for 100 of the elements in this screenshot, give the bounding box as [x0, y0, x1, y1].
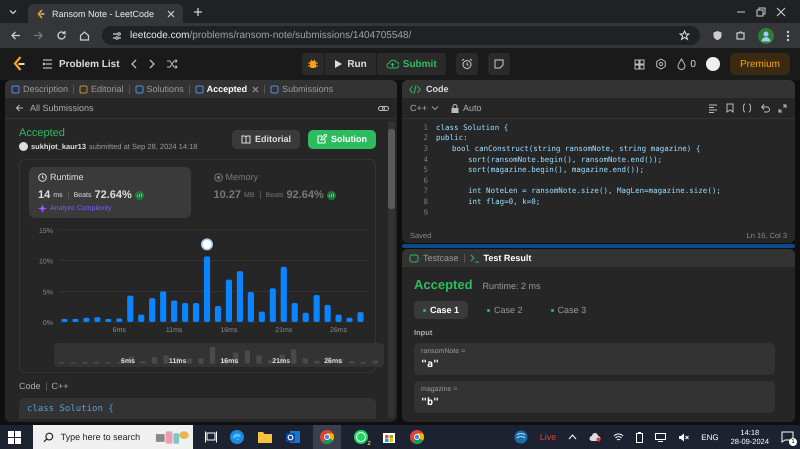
panel-tab[interactable]: Solutions — [134, 84, 184, 94]
browser-tab[interactable]: Ransom Note - LeetCode — [28, 4, 183, 23]
premium-button[interactable]: Premium — [730, 53, 790, 75]
scrollbar[interactable] — [388, 121, 395, 418]
menu-icon[interactable] — [786, 30, 790, 42]
panel-tab[interactable]: Accepted — [194, 84, 248, 94]
panel-tab[interactable]: Editorial — [79, 84, 124, 94]
bar[interactable] — [149, 298, 156, 322]
close-icon[interactable] — [776, 6, 786, 16]
outlook-icon[interactable] — [285, 429, 301, 445]
bar[interactable] — [258, 312, 265, 322]
bar[interactable] — [214, 306, 222, 322]
layout-icon[interactable] — [634, 58, 646, 70]
forward-icon[interactable] — [33, 30, 44, 41]
code-icon — [409, 84, 421, 94]
search-field[interactable]: Type here to search — [33, 425, 193, 449]
panel-tab[interactable]: Test Result — [470, 253, 532, 263]
bar[interactable] — [204, 256, 210, 322]
restore-icon[interactable] — [756, 6, 766, 16]
settings-icon[interactable] — [655, 58, 668, 70]
chrome-taskbar-icon[interactable] — [313, 425, 341, 449]
back-icon[interactable] — [10, 30, 21, 41]
task-view-icon[interactable] — [205, 431, 217, 443]
previous-icon[interactable] — [130, 59, 138, 69]
home-icon[interactable] — [79, 30, 90, 41]
live-label[interactable]: Live — [540, 432, 556, 442]
submit-button[interactable]: Submit — [376, 53, 446, 75]
mode-label: Auto — [463, 103, 482, 113]
note-icon[interactable] — [488, 53, 510, 75]
run-button[interactable]: Run — [325, 53, 376, 75]
panel-tab[interactable]: Submissions — [270, 84, 334, 94]
metric-label: Memory — [226, 172, 258, 182]
panel-tab[interactable]: Description — [11, 84, 68, 94]
bar[interactable] — [314, 295, 320, 322]
case-tab[interactable]: Case 2 — [478, 301, 532, 319]
chrome-icon[interactable] — [409, 429, 425, 445]
bar[interactable] — [83, 318, 90, 322]
language-indicator[interactable]: ENG — [701, 432, 719, 442]
bar[interactable] — [292, 302, 298, 322]
all-submissions-link[interactable]: All Submissions — [30, 103, 94, 113]
next-icon[interactable] — [148, 59, 156, 69]
panel-tab[interactable]: Testcase — [409, 253, 459, 263]
bar[interactable] — [226, 280, 232, 322]
list-icon — [42, 59, 53, 69]
back-arrow-icon[interactable] — [15, 104, 24, 112]
checkbox-icon — [409, 254, 419, 262]
new-tab-icon[interactable] — [193, 6, 203, 16]
leetcode-logo-icon[interactable] — [12, 56, 26, 72]
bar[interactable] — [94, 317, 100, 322]
alarm-clock-icon[interactable] — [456, 53, 478, 75]
bar[interactable] — [248, 292, 254, 322]
bar[interactable] — [302, 312, 309, 322]
bar[interactable] — [138, 314, 144, 322]
reload-icon[interactable] — [56, 30, 67, 41]
address-field[interactable]: leetcode.com/problems/ransom-note/submissions/1404705548/ — [102, 26, 700, 45]
bar[interactable] — [105, 318, 112, 322]
bookmark-icon[interactable] — [726, 103, 734, 113]
shield-icon[interactable] — [712, 30, 723, 41]
case-tab[interactable]: Case 3 — [542, 301, 596, 319]
battery-icon — [636, 432, 644, 442]
debug-icon[interactable] — [302, 53, 324, 75]
bar[interactable] — [336, 314, 342, 322]
whatsapp-icon[interactable] — [353, 429, 369, 445]
case-tab[interactable]: Case 1 — [414, 301, 468, 319]
user-avatar-icon[interactable] — [706, 57, 720, 71]
folder-icon[interactable] — [257, 430, 273, 444]
bar[interactable] — [160, 291, 166, 322]
bar[interactable] — [61, 318, 68, 322]
bar[interactable] — [324, 304, 331, 322]
tab-icon — [79, 84, 88, 94]
bar[interactable] — [192, 302, 200, 322]
close-icon[interactable] — [167, 10, 175, 18]
bar[interactable] — [72, 318, 79, 322]
language-dropdown[interactable]: C++ — [410, 103, 440, 113]
bar[interactable] — [346, 318, 353, 322]
bookmark-star-icon[interactable] — [679, 30, 690, 41]
expand-icon[interactable] — [778, 104, 787, 112]
bar[interactable] — [236, 271, 243, 322]
bar[interactable] — [357, 312, 364, 322]
reset-icon[interactable] — [760, 103, 770, 113]
bar[interactable] — [116, 318, 122, 322]
extensions-icon[interactable] — [735, 30, 746, 41]
caret-up-icon[interactable] — [568, 434, 578, 440]
profile-avatar-icon[interactable] — [758, 28, 774, 44]
braces-icon[interactable] — [742, 103, 752, 113]
windows-start-icon[interactable] — [8, 430, 21, 444]
edge-icon[interactable] — [229, 429, 245, 445]
close-icon[interactable] — [252, 86, 260, 92]
shuffle-icon[interactable] — [166, 59, 178, 69]
bar[interactable] — [270, 288, 276, 322]
notification-icon[interactable] — [781, 431, 794, 443]
bar[interactable] — [182, 302, 188, 322]
bar[interactable] — [127, 296, 134, 322]
problem-list-button[interactable]: Problem List — [42, 58, 120, 70]
share-link-icon[interactable] — [378, 104, 389, 112]
caret-icon — [431, 105, 440, 111]
bar[interactable] — [171, 300, 178, 322]
editorial-button[interactable]: Editorial — [232, 130, 300, 148]
format-icon[interactable] — [708, 104, 718, 112]
cloud-icon — [589, 432, 602, 442]
